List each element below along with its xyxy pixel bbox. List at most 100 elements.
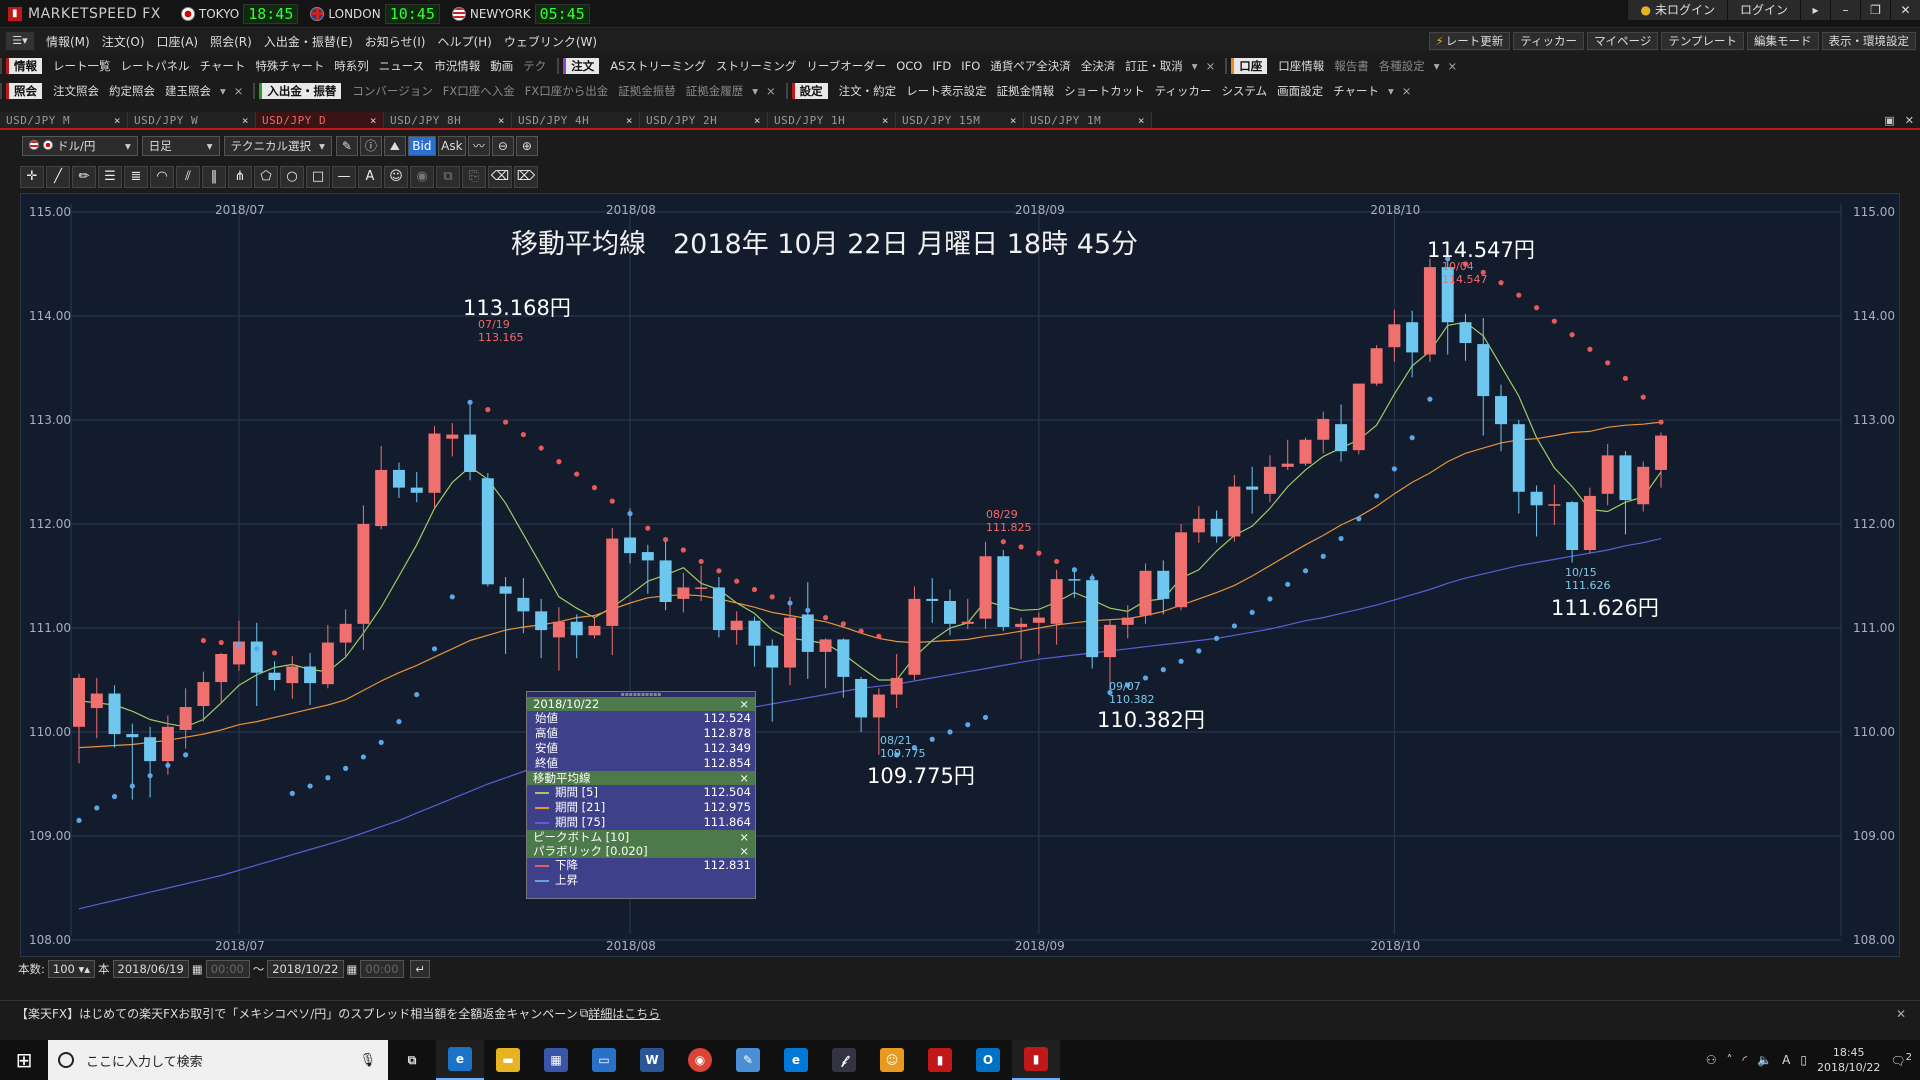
news-detail-link[interactable]: 詳細はこちら (588, 1005, 660, 1022)
info-icon[interactable]: ⓘ (359, 136, 382, 156)
file-explorer-icon[interactable]: ▬ (484, 1040, 532, 1080)
tab-usdjpy-m[interactable]: USD/JPY M × (0, 112, 128, 128)
shortcut-button[interactable]: ショートカット (1059, 83, 1150, 99)
rate-update-button[interactable]: レート更新 (1428, 32, 1511, 50)
close-icon[interactable]: × (230, 84, 248, 98)
dropdown-arrow-icon[interactable]: ▾ (1188, 59, 1202, 73)
wifi-icon[interactable]: ◜ (1743, 1053, 1748, 1067)
leave-order-button[interactable]: リーブオーダー (801, 58, 891, 74)
order-execution-settings-button[interactable]: 注文・約定 (834, 83, 902, 99)
close-icon[interactable]: × (739, 830, 749, 844)
execution-inquiry-button[interactable]: 約定照会 (104, 83, 160, 99)
calculator-icon[interactable]: ▦ (532, 1040, 580, 1080)
special-chart-button[interactable]: 特殊チャート (250, 58, 329, 74)
eraser-icon[interactable]: ⌫ (488, 166, 512, 188)
ime-icon[interactable]: A (1782, 1053, 1790, 1067)
menu-order[interactable]: 注文(O) (96, 33, 151, 50)
ask-button[interactable]: Ask (437, 136, 466, 156)
ifd-button[interactable]: IFD (927, 59, 956, 73)
streaming-button[interactable]: ストリーミング (711, 58, 802, 74)
fx-deposit-button[interactable]: FX口座へ入金 (438, 83, 520, 99)
ticker-settings-button[interactable]: ティッカー (1150, 83, 1217, 99)
as-streaming-button[interactable]: ASストリーミング (605, 58, 711, 74)
pair-settle-all-button[interactable]: 通貨ペア全決済 (985, 58, 1076, 74)
dropdown-arrow-icon[interactable]: ▾ (216, 84, 230, 98)
data-window[interactable]: ▪▪▪▪▪▪▪▪▪▪ 2018/10/22 × 始値 112.524 高値 112.8… (526, 691, 756, 899)
fx-withdraw-button[interactable]: FX口座から出金 (520, 83, 614, 99)
chrome-icon[interactable]: ◉ (676, 1040, 724, 1080)
pencil-icon[interactable]: ✏ (72, 166, 96, 188)
chart-button[interactable]: チャート (195, 58, 251, 74)
paste-icon[interactable]: ⎘ (462, 166, 486, 188)
close-icon[interactable]: ✕ (1890, 0, 1920, 20)
area-chart-icon[interactable]: ⛰ (383, 136, 406, 156)
chevron-up-icon[interactable]: ˄ (1727, 1053, 1733, 1067)
close-icon[interactable]: × (498, 114, 505, 127)
pentagon-icon[interactable]: ⬠ (254, 166, 278, 188)
ifo-button[interactable]: IFO (956, 59, 985, 73)
word-icon[interactable]: W (628, 1040, 676, 1080)
taskbar-search[interactable]: ここに入力して検索 🎙 (48, 1040, 388, 1080)
tab-usdjpy-d[interactable]: USD/JPY D × (256, 112, 384, 128)
technical-select[interactable]: テクニカル選択 (223, 136, 332, 156)
hide-icon[interactable]: ◉ (410, 166, 434, 188)
conversion-button[interactable]: コンバージョン (347, 83, 437, 99)
close-icon[interactable]: × (739, 771, 749, 785)
rate-panel-button[interactable]: レートパネル (116, 58, 195, 74)
period-select[interactable]: 日足 (141, 136, 220, 156)
horizontal-line-icon[interactable]: — (332, 166, 356, 188)
menu-help[interactable]: ヘルプ(H) (431, 33, 497, 50)
mypage-button[interactable]: マイページ (1587, 32, 1659, 50)
close-icon[interactable]: × (754, 114, 761, 127)
close-icon[interactable]: ✕ (1892, 1007, 1910, 1021)
margin-transfer-button[interactable]: 証拠金振替 (613, 83, 681, 99)
close-icon[interactable]: × (1443, 59, 1461, 73)
indicator-icon[interactable]: 〰 (467, 136, 490, 156)
close-icon[interactable]: × (739, 697, 749, 711)
taskbar-clock[interactable]: 18:45 2018/10/22 (1817, 1045, 1880, 1075)
minimize-icon[interactable]: – (1830, 0, 1860, 20)
fan-icon[interactable]: ◠ (150, 166, 174, 188)
dropdown-arrow-icon[interactable]: ▾ (1384, 84, 1398, 98)
dropdown-arrow-icon[interactable]: ▾ (748, 84, 762, 98)
bar-count-select[interactable]: 100 ▾▴ (47, 960, 96, 978)
close-icon[interactable]: × (762, 84, 780, 98)
edit-mode-button[interactable]: 編集モード (1747, 32, 1819, 50)
time-to-input[interactable]: 00:00 (360, 960, 405, 978)
close-icon[interactable]: ✕ (1905, 114, 1914, 127)
position-inquiry-button[interactable]: 建玉照会 (160, 83, 216, 99)
time-series-button[interactable]: 時系列 (329, 58, 374, 74)
copy-icon[interactable]: ⧉ (436, 166, 460, 188)
menu-info[interactable]: 情報(M) (40, 33, 96, 50)
microphone-icon[interactable]: 🎙 (359, 1053, 376, 1068)
arrow-right-icon[interactable]: ▸ (1800, 0, 1830, 20)
system-button[interactable]: システム (1216, 83, 1272, 99)
close-icon[interactable]: × (370, 114, 377, 127)
tab-usdjpy-15m[interactable]: USD/JPY 15M × (896, 112, 1024, 128)
zoom-in-icon[interactable]: ⊕ (515, 136, 538, 156)
menu-inquiry[interactable]: 照会(R) (204, 33, 258, 50)
login-button[interactable]: ログイン (1726, 0, 1800, 20)
margin-history-button[interactable]: 証拠金履歴 (681, 83, 749, 99)
settle-all-button[interactable]: 全決済 (1076, 58, 1121, 74)
pen-icon[interactable]: ✎ (335, 136, 358, 156)
fibonacci-icon[interactable]: ≣ (124, 166, 148, 188)
close-icon[interactable]: × (1138, 114, 1145, 127)
template-button[interactable]: テンプレート (1661, 32, 1744, 50)
rate-display-settings-button[interactable]: レート表示設定 (901, 83, 992, 99)
tablet-icon[interactable]: ▯ (1800, 1053, 1807, 1067)
tab-usdjpy-2h[interactable]: USD/JPY 2H × (640, 112, 768, 128)
date-from-input[interactable]: 2018/06/19 (112, 960, 189, 978)
menu-weblink[interactable]: ウェブリンク(W) (498, 33, 603, 50)
menu-account[interactable]: 口座(A) (151, 33, 205, 50)
volume-icon[interactable]: 🔈 (1757, 1053, 1772, 1067)
marketspeed-fx-icon[interactable]: ▮ (1012, 1040, 1060, 1080)
time-from-input[interactable]: 00:00 (205, 960, 250, 978)
close-icon[interactable]: × (1202, 59, 1220, 73)
task-view-icon[interactable]: ⧉ (388, 1040, 436, 1080)
various-settings-button[interactable]: 各種設定 (1374, 58, 1430, 74)
ticker-button[interactable]: ティッカー (1513, 32, 1585, 50)
tab-usdjpy-w[interactable]: USD/JPY W × (128, 112, 256, 128)
modify-cancel-button[interactable]: 訂正・取消 (1120, 58, 1188, 74)
chart-canvas[interactable]: 115.00 115.00 114.00 114.00 113.00 113.00 112.… (21, 194, 1901, 958)
